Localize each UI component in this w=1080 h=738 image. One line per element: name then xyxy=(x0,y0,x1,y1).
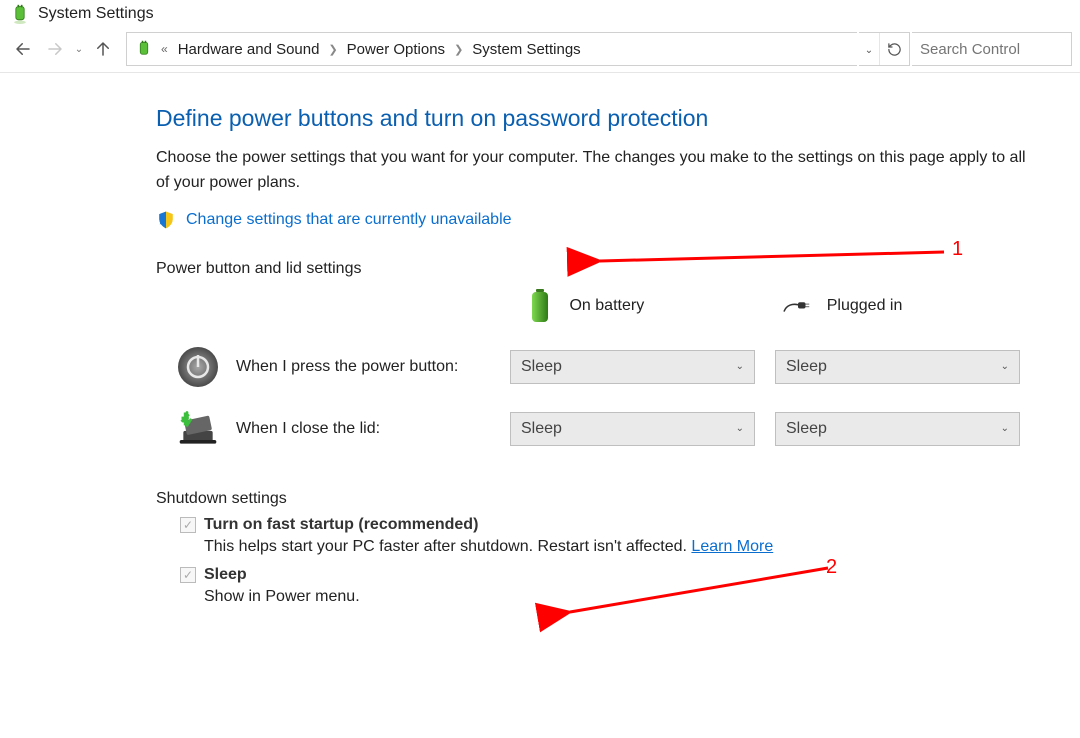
breadcrumb-hardware-and-sound[interactable]: Hardware and Sound xyxy=(174,41,324,58)
address-bar[interactable]: « Hardware and Sound ❯ Power Options ❯ S… xyxy=(126,32,857,66)
close-lid-label: When I close the lid: xyxy=(236,420,380,438)
forward-button[interactable] xyxy=(40,34,70,64)
power-button-icon xyxy=(176,345,220,389)
content-area: Define power buttons and turn on passwor… xyxy=(0,73,1080,636)
chevron-right-icon: ❯ xyxy=(327,43,338,56)
power-button-table: On battery Plugged in xyxy=(176,286,1040,460)
chevron-down-icon: ⌄ xyxy=(736,423,744,434)
power-options-icon xyxy=(10,4,30,24)
change-settings-link[interactable]: Change settings that are currently unava… xyxy=(186,211,512,229)
sleep-desc: Show in Power menu. xyxy=(204,588,1040,606)
sleep-item: ✓ Sleep Show in Power menu. xyxy=(180,566,1040,606)
select-value: Sleep xyxy=(786,420,827,438)
chevron-down-icon: ⌄ xyxy=(1001,423,1009,434)
fast-startup-label: Turn on fast startup (recommended) xyxy=(204,516,478,534)
power-button-battery-select[interactable]: Sleep ⌄ xyxy=(510,350,755,384)
sleep-checkbox[interactable]: ✓ xyxy=(180,567,196,583)
fast-startup-desc: This helps start your PC faster after sh… xyxy=(204,538,1040,556)
page-title: Define power buttons and turn on passwor… xyxy=(156,105,1040,132)
search-input[interactable] xyxy=(920,41,1063,58)
plug-icon xyxy=(783,286,813,326)
navbar: ⌄ « Hardware and Sound ❯ Power Options ❯… xyxy=(0,30,1080,73)
sleep-label: Sleep xyxy=(204,566,247,584)
recent-locations-dropdown[interactable]: ⌄ xyxy=(72,44,86,55)
chevron-down-icon: ⌄ xyxy=(1001,361,1009,372)
col-on-battery-label: On battery xyxy=(569,297,644,315)
refresh-button[interactable] xyxy=(879,33,909,65)
close-lid-row: When I close the lid: Sleep ⌄ Sleep ⌄ xyxy=(176,398,1040,460)
power-button-label: When I press the power button: xyxy=(236,358,458,376)
search-box[interactable] xyxy=(912,32,1072,66)
power-options-icon xyxy=(133,38,155,60)
breadcrumb-system-settings[interactable]: System Settings xyxy=(468,41,584,58)
change-settings-row: Change settings that are currently unava… xyxy=(156,210,1040,230)
annotation-number-2: 2 xyxy=(826,556,837,579)
col-on-battery: On battery xyxy=(525,286,782,326)
fast-startup-checkbox[interactable]: ✓ xyxy=(180,517,196,533)
laptop-lid-icon xyxy=(176,407,220,451)
select-value: Sleep xyxy=(521,358,562,376)
power-button-section-header: Power button and lid settings xyxy=(156,260,1040,278)
select-value: Sleep xyxy=(786,358,827,376)
titlebar: System Settings xyxy=(0,0,1080,30)
breadcrumb-power-options[interactable]: Power Options xyxy=(343,41,449,58)
shutdown-settings-block: ✓ Turn on fast startup (recommended) Thi… xyxy=(180,516,1040,606)
annotation-number-1: 1 xyxy=(952,238,963,261)
up-button[interactable] xyxy=(88,34,118,64)
chevron-down-icon: ⌄ xyxy=(736,361,744,372)
address-dropdown-icon[interactable]: ⌄ xyxy=(859,43,879,56)
power-table-header: On battery Plugged in xyxy=(176,286,1040,326)
uac-shield-icon xyxy=(156,210,176,230)
back-button[interactable] xyxy=(8,34,38,64)
address-bar-controls: ⌄ xyxy=(859,32,910,66)
power-button-plugged-select[interactable]: Sleep ⌄ xyxy=(775,350,1020,384)
col-plugged-in: Plugged in xyxy=(783,286,1040,326)
close-lid-plugged-select[interactable]: Sleep ⌄ xyxy=(775,412,1020,446)
power-button-row: When I press the power button: Sleep ⌄ S… xyxy=(176,336,1040,398)
page-description: Choose the power settings that you want … xyxy=(156,146,1040,196)
battery-icon xyxy=(525,286,555,326)
col-plugged-in-label: Plugged in xyxy=(827,297,903,315)
learn-more-link[interactable]: Learn More xyxy=(691,538,773,555)
fast-startup-item: ✓ Turn on fast startup (recommended) Thi… xyxy=(180,516,1040,556)
breadcrumb-overflow-icon[interactable]: « xyxy=(159,42,170,56)
select-value: Sleep xyxy=(521,420,562,438)
chevron-right-icon: ❯ xyxy=(453,43,464,56)
close-lid-battery-select[interactable]: Sleep ⌄ xyxy=(510,412,755,446)
window-title: System Settings xyxy=(38,5,154,23)
shutdown-section-header: Shutdown settings xyxy=(156,490,1040,508)
